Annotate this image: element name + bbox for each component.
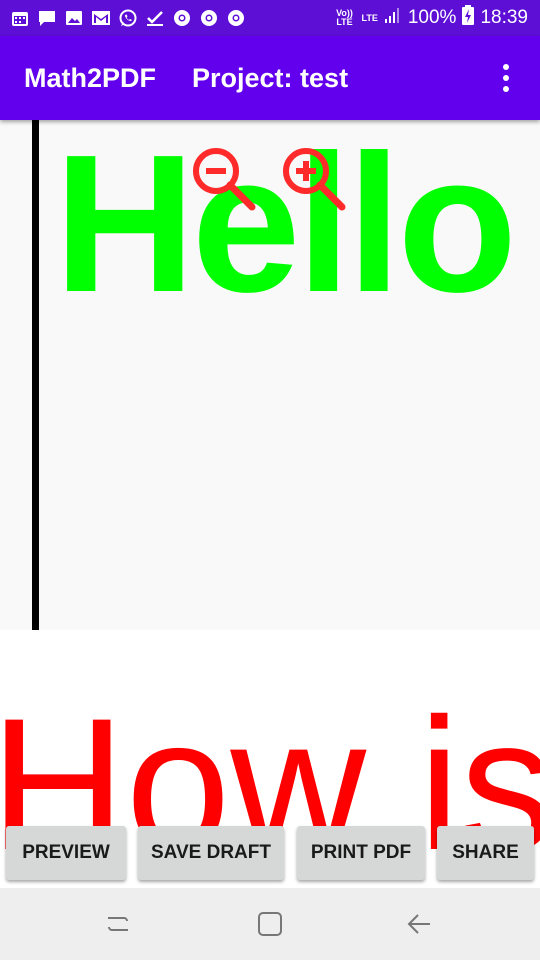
whatsapp-icon xyxy=(118,8,138,28)
save-draft-button[interactable]: SAVE DRAFT xyxy=(138,826,284,880)
status-bar: Vo)) LTE LTE 100% 18:39 xyxy=(0,0,540,36)
editor-canvas[interactable]: Hello xyxy=(0,120,540,630)
more-vert-icon[interactable] xyxy=(494,64,518,92)
picture-icon xyxy=(64,8,84,28)
project-title: Project: test xyxy=(192,62,349,93)
zoom-out-icon[interactable] xyxy=(188,144,258,214)
gmail-icon xyxy=(91,8,111,28)
battery-icon xyxy=(462,5,475,31)
app-title: Math2PDF xyxy=(24,62,157,93)
system-status: Vo)) LTE LTE 100% 18:39 xyxy=(334,5,540,31)
app-bar: Math2PDF Project: test xyxy=(0,36,540,120)
notification-icons xyxy=(0,8,246,28)
message-icon xyxy=(37,8,57,28)
text-cursor xyxy=(32,120,39,630)
signal-icon xyxy=(384,6,402,30)
back-icon[interactable] xyxy=(404,908,436,940)
checkmark-icon xyxy=(145,8,165,28)
chrome-icon xyxy=(199,8,219,28)
chrome-icon xyxy=(172,8,192,28)
zoom-in-icon[interactable] xyxy=(278,144,348,214)
clock: 18:39 xyxy=(480,7,528,28)
share-button[interactable]: SHARE xyxy=(437,826,534,880)
volte-label: Vo)) LTE xyxy=(336,8,353,27)
lte-label: LTE xyxy=(361,12,378,23)
navigation-bar xyxy=(0,888,540,960)
calendar-icon xyxy=(10,8,30,28)
home-icon[interactable] xyxy=(254,908,286,940)
battery-percent: 100% xyxy=(407,7,457,28)
preview-button[interactable]: PREVIEW xyxy=(6,826,126,880)
recents-icon[interactable] xyxy=(102,908,134,940)
print-pdf-button[interactable]: PRINT PDF xyxy=(297,826,425,880)
chrome-icon xyxy=(226,8,246,28)
screen: Vo)) LTE LTE 100% 18:39 Math2PDF Project… xyxy=(0,0,540,960)
